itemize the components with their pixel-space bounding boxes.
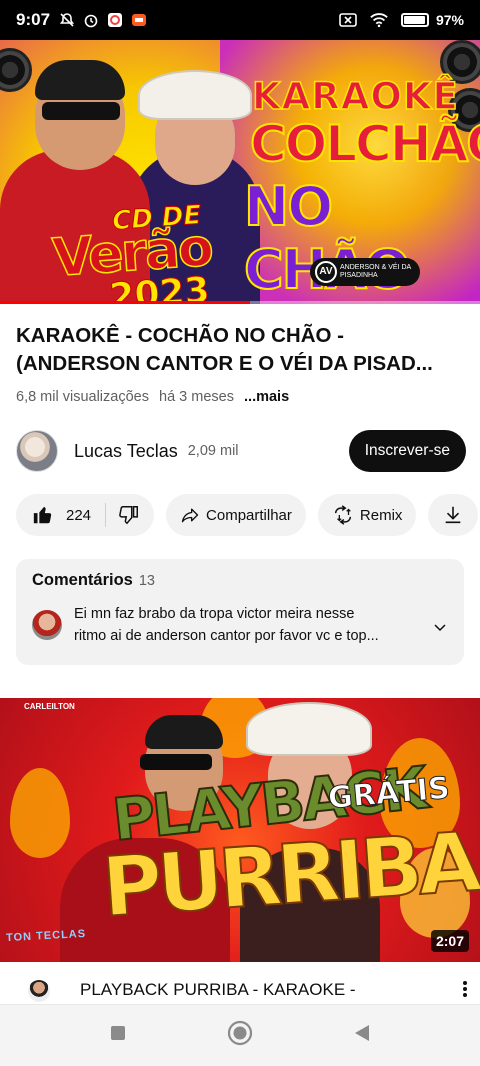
back-button[interactable] bbox=[342, 1016, 382, 1056]
status-time: 9:07 bbox=[16, 10, 51, 29]
commenter-avatar bbox=[32, 610, 62, 640]
share-button[interactable]: Compartilhar bbox=[166, 494, 306, 536]
video-meta[interactable]: 6,8 mil visualizações há 3 meses ...mais bbox=[16, 389, 295, 405]
progress-bar[interactable] bbox=[0, 301, 480, 304]
sunglasses bbox=[140, 754, 212, 770]
like-dislike-pill: 224 bbox=[16, 494, 155, 536]
square-icon bbox=[110, 1025, 126, 1046]
wifi-icon bbox=[370, 11, 388, 29]
download-button[interactable] bbox=[428, 494, 479, 536]
circle-icon bbox=[227, 1020, 253, 1051]
video-player[interactable]: CD DE Verão 2023 KARAOKÊ COLCHÃO NO CHÃO… bbox=[0, 40, 480, 304]
chevron-down-icon[interactable] bbox=[432, 619, 448, 647]
subscriber-count: 2,09 mil bbox=[187, 443, 239, 459]
recents-button[interactable] bbox=[98, 1016, 138, 1056]
status-bar: 9:07 97% bbox=[0, 0, 480, 40]
cd-de-verao-logo: CD DE Verão 2023 bbox=[50, 200, 214, 304]
remix-icon bbox=[332, 504, 354, 526]
share-arrow-icon bbox=[180, 505, 200, 525]
thumb-colchao-text: COLCHÃO bbox=[249, 114, 480, 174]
mute-bell-icon bbox=[58, 11, 76, 29]
subscribe-button[interactable]: Inscrever-se bbox=[348, 430, 466, 472]
sunglasses bbox=[42, 102, 120, 120]
remix-button[interactable]: Remix bbox=[317, 494, 417, 536]
download-icon bbox=[442, 504, 464, 526]
next-video-title[interactable]: PLAYBACK PURRIBA - KARAOKE - bbox=[80, 980, 356, 1000]
brand-badge: AV ANDERSON & VÉI DA PISADINHA bbox=[310, 258, 420, 286]
cowboy-hat bbox=[246, 702, 372, 756]
channel-name[interactable]: Lucas Teclas bbox=[74, 441, 178, 462]
app-notification-icon bbox=[106, 11, 124, 29]
top-comment: Ei mn faz brabo da tropa victor meira ne… bbox=[74, 606, 379, 644]
triangle-back-icon bbox=[354, 1024, 370, 1047]
comments-count: 13 bbox=[138, 573, 155, 589]
upload-age: há 3 meses bbox=[159, 389, 234, 405]
comments-title: Comentários bbox=[32, 571, 133, 589]
next-video-thumbnail[interactable]: CARLEILTON PLAYBACK GRÁTIS PURRIBA TON T… bbox=[0, 698, 480, 962]
dislike-button[interactable] bbox=[106, 494, 154, 536]
cowboy-hat bbox=[138, 70, 252, 120]
sim-off-icon bbox=[339, 11, 357, 29]
like-button[interactable]: 224 bbox=[16, 494, 105, 536]
system-nav-bar bbox=[0, 1004, 480, 1066]
next-video-channel-avatar[interactable] bbox=[28, 980, 50, 1002]
thumb-channel-tag: CARLEILTON bbox=[24, 702, 75, 711]
brand-logo: AV bbox=[315, 261, 337, 283]
more-vert-icon[interactable] bbox=[462, 980, 468, 1003]
more-link[interactable]: ...mais bbox=[244, 389, 289, 405]
youtube-notification-icon bbox=[130, 11, 148, 29]
like-count: 224 bbox=[66, 506, 92, 524]
next-video-info[interactable]: PLAYBACK PURRIBA - KARAOKE - bbox=[0, 974, 480, 1008]
thumbs-up-icon bbox=[32, 504, 54, 526]
battery-percent: 97% bbox=[435, 12, 464, 28]
thumb-karaoke-text: KARAOKÊ bbox=[251, 74, 459, 119]
channel-avatar[interactable] bbox=[16, 430, 58, 472]
alarm-icon bbox=[82, 11, 100, 29]
view-count: 6,8 mil visualizações bbox=[16, 389, 149, 405]
battery-icon bbox=[400, 13, 429, 27]
duration-badge: 2:07 bbox=[430, 930, 469, 952]
home-button[interactable] bbox=[220, 1016, 260, 1056]
video-title[interactable]: KARAOKÊ - COCHÃO NO CHÃO - (ANDERSON CAN… bbox=[16, 322, 466, 378]
channel-row: Lucas Teclas 2,09 mil Inscrever-se bbox=[16, 430, 466, 472]
action-bar: 224 Compartilhar Remix bbox=[16, 494, 480, 536]
comments-card[interactable]: Comentários 13 Ei mn faz brabo da tropa … bbox=[16, 559, 464, 665]
thumbs-down-icon bbox=[118, 504, 140, 526]
